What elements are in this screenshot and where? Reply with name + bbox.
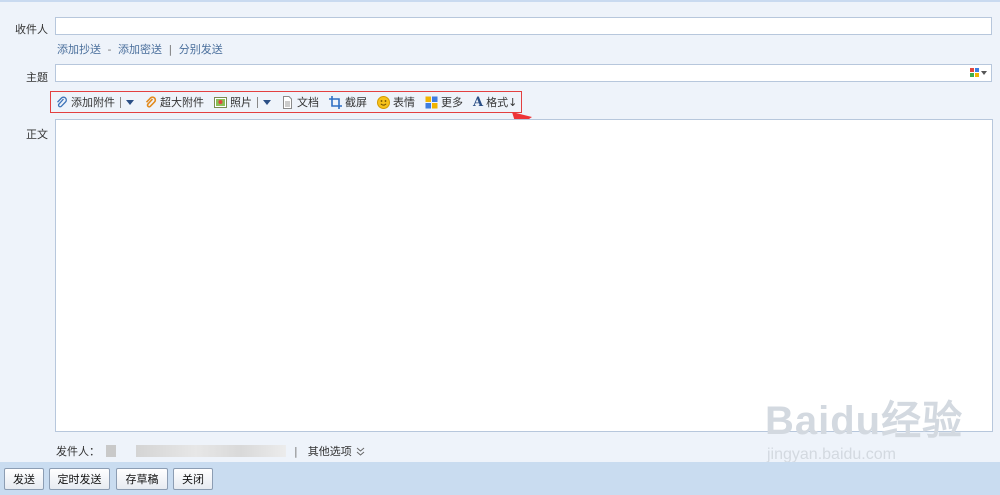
save-draft-button[interactable]: 存草稿 [116,468,168,490]
sender-separator: | [294,444,298,458]
other-options-link[interactable]: 其他选项 [308,443,365,459]
other-options-label: 其他选项 [307,445,352,458]
schedule-send-button[interactable]: 定时发送 [49,468,110,490]
baidu-watermark: Baidu经验 jingyan.baidu.com [765,388,963,464]
body-editor[interactable] [55,119,993,432]
sender-label: 发件人： [56,445,100,458]
body-label: 正文 [26,128,48,141]
sender-name-redacted [106,445,116,457]
close-button[interactable]: 关闭 [173,468,213,490]
sender-address-redacted [136,445,286,457]
sender-row: 发件人： | 其他选项 [56,443,365,459]
send-button[interactable]: 发送 [4,468,44,490]
double-chevron-down-icon [356,447,365,456]
watermark-logo: Baidu经验 [765,399,964,443]
